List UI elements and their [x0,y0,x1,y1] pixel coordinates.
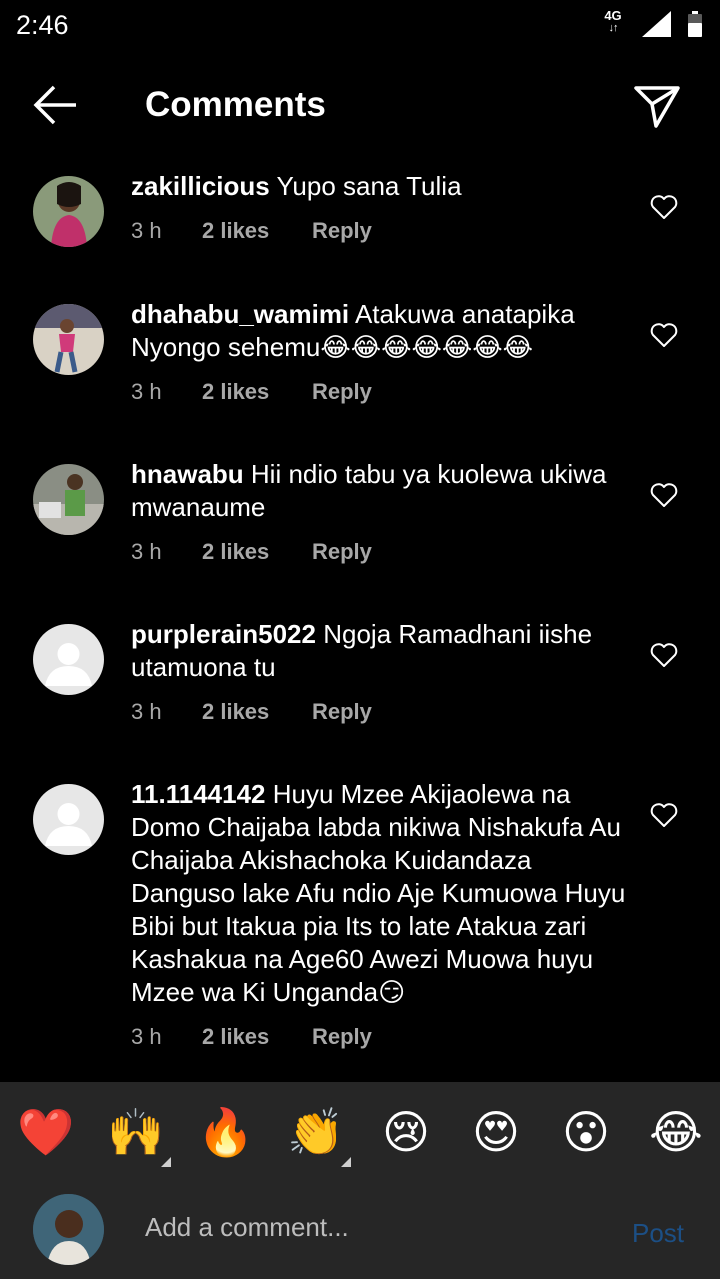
comment-likes[interactable]: 2 likes [202,379,312,405]
comment-likes[interactable]: 2 likes [202,699,312,725]
skin-tone-indicator [161,1157,171,1167]
reply-button[interactable]: Reply [312,539,372,565]
comment-text: hnawabu Hii ndio tabu ya kuolewa ukiwa m… [131,458,631,524]
header: Comments [0,60,720,150]
reply-button[interactable]: Reply [312,218,372,244]
signal-icon [642,11,671,37]
comment-username[interactable]: 11.1144142 [131,779,266,809]
heart-icon[interactable] [650,482,678,508]
comment-meta: 3 h 2 likes Reply [131,1024,372,1050]
comment-item: dhahabu_wamimi Atakuwa anatapika Nyongo … [0,298,720,418]
page-title: Comments [145,85,326,124]
comment-item: hnawabu Hii ndio tabu ya kuolewa ukiwa m… [0,458,720,578]
heart-icon[interactable] [650,194,678,220]
comment-text: zakillicious Yupo sana Tulia [131,170,631,203]
reply-button[interactable]: Reply [312,1024,372,1050]
back-arrow-icon[interactable] [30,82,80,128]
comment-likes[interactable]: 2 likes [202,218,312,244]
network-arrows: ↓↑ [608,22,619,34]
comment-input[interactable] [145,1212,605,1243]
comment-body: Yupo sana Tulia [276,171,462,201]
comment-likes[interactable]: 2 likes [202,1024,312,1050]
emoji-tears-of-joy[interactable]: 😂 [646,1102,706,1162]
comment-likes[interactable]: 2 likes [202,539,312,565]
emoji-fire[interactable]: 🔥 [196,1102,256,1162]
status-bar: 2:46 4G ↓↑ [0,0,720,50]
comment-time: 3 h [131,539,162,564]
comment-text: 11.1144142 Huyu Mzee Akijaolewa na Domo … [131,778,631,1009]
send-icon[interactable] [632,80,682,130]
heart-icon[interactable] [650,642,678,668]
heart-icon[interactable] [650,802,678,828]
comment-time: 3 h [131,218,162,243]
heart-icon[interactable] [650,322,678,348]
network-type: 4G [604,8,622,23]
comment-text: dhahabu_wamimi Atakuwa anatapika Nyongo … [131,298,631,364]
comment-body: Huyu Mzee Akijaolewa na Domo Chaijaba la… [131,779,626,1007]
comment-text: purplerain5022 Ngoja Ramadhani iishe uta… [131,618,631,684]
emoji-raising-hands[interactable]: 🙌 [106,1102,166,1162]
comment-time: 3 h [131,699,162,724]
emoji-heart-eyes[interactable]: 😍 [466,1102,526,1162]
emoji-red-heart[interactable]: ❤️ [16,1102,76,1162]
comment-meta: 3 h 2 likes Reply [131,379,372,405]
avatar[interactable] [33,304,104,375]
comment-item: zakillicious Yupo sana Tulia 3 h 2 likes… [0,170,720,280]
emoji-quick-bar: ❤️ 🙌 🔥 👏 😢 😍 😮 😂 [0,1082,720,1182]
comment-meta: 3 h 2 likes Reply [131,699,372,725]
emoji-surprised-face[interactable]: 😮 [556,1102,616,1162]
avatar[interactable] [33,784,104,855]
reply-button[interactable]: Reply [312,699,372,725]
avatar[interactable] [33,176,104,247]
comment-username[interactable]: zakillicious [131,171,270,201]
reply-button[interactable]: Reply [312,379,372,405]
comment-meta: 3 h 2 likes Reply [131,539,372,565]
comment-username[interactable]: dhahabu_wamimi [131,299,349,329]
comment-meta: 3 h 2 likes Reply [131,218,372,244]
current-user-avatar [33,1194,104,1265]
comment-username[interactable]: hnawabu [131,459,244,489]
avatar[interactable] [33,624,104,695]
network-indicator: 4G ↓↑ [600,9,626,35]
battery-icon [688,11,702,37]
emoji-crying-face[interactable]: 😢 [376,1102,436,1162]
avatar[interactable] [33,464,104,535]
comment-composer: Post [0,1182,720,1279]
comment-username[interactable]: purplerain5022 [131,619,316,649]
comment-time: 3 h [131,1024,162,1049]
status-time: 2:46 [16,10,69,40]
skin-tone-indicator [341,1157,351,1167]
post-button[interactable]: Post [632,1218,684,1249]
emoji-clapping-hands[interactable]: 👏 [286,1102,346,1162]
comment-time: 3 h [131,379,162,404]
comment-item: purplerain5022 Ngoja Ramadhani iishe uta… [0,618,720,738]
comment-item: 11.1144142 Huyu Mzee Akijaolewa na Domo … [0,778,720,1068]
